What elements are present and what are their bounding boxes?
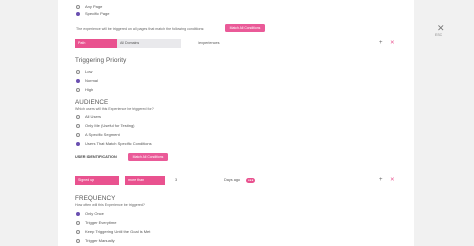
radio-priority-normal[interactable]: [76, 79, 80, 83]
frequency-heading: FREQUENCY: [75, 195, 116, 202]
option-label: Keep Triggering Until the Goal is Met: [85, 229, 151, 234]
radio-all-users[interactable]: [76, 115, 80, 119]
option-label: All Users: [85, 114, 102, 119]
radio-specific-page[interactable]: [76, 12, 80, 16]
user-rule-value-input[interactable]: 3: [175, 178, 177, 183]
remove-rule-icon[interactable]: ✕: [390, 40, 395, 46]
option-label: Low: [85, 69, 93, 74]
radio-priority-low[interactable]: [76, 70, 80, 74]
option-label: Only Me (Useful for Testing): [85, 123, 135, 128]
radio-only-me[interactable]: [76, 124, 80, 128]
user-rule-unit: Days ago: [224, 178, 241, 182]
esc-label: ESC: [435, 33, 443, 37]
add-rule-icon[interactable]: +: [379, 40, 383, 46]
option-label: Trigger Everytime: [85, 220, 117, 225]
radio-trigger-everytime[interactable]: [76, 221, 80, 225]
option-label: High: [85, 87, 94, 92]
option-label: A Specific Segment: [85, 132, 120, 137]
audience-heading: AUDIENCE: [75, 99, 109, 106]
remove-user-rule-icon[interactable]: ✕: [390, 177, 395, 183]
option-label: Normal: [85, 78, 98, 83]
match-all-conditions-button-2[interactable]: Match All Conditions: [128, 153, 168, 161]
unit-chip[interactable]: ●●●: [246, 178, 256, 183]
option-label: Only Once: [85, 211, 104, 216]
radio-specific-segment[interactable]: [76, 133, 80, 137]
radio-priority-high[interactable]: [76, 88, 80, 92]
radio-only-once[interactable]: [76, 212, 80, 216]
user-identification-label: USER IDENTIFICATION: [75, 155, 117, 159]
frequency-subtitle: How often will this Experience be trigge…: [75, 203, 145, 207]
option-label: Specific Page: [85, 11, 110, 16]
rule-value-input[interactable]: /experiences: [198, 41, 220, 46]
match-all-conditions-button[interactable]: Match All Conditions: [225, 24, 265, 32]
experience-settings-panel: Any Page Specific Page The experience wi…: [58, 0, 414, 246]
radio-any-page[interactable]: [76, 5, 80, 9]
rule-field-select[interactable]: Path: [75, 39, 117, 48]
triggering-priority-heading: Triggering Priority: [75, 57, 127, 64]
radio-trigger-manually[interactable]: [76, 239, 80, 243]
rule-operator-select[interactable]: All Domains: [117, 39, 181, 48]
radio-until-goal-met[interactable]: [76, 230, 80, 234]
close-icon[interactable]: ✕: [437, 24, 445, 33]
add-user-rule-icon[interactable]: +: [379, 177, 383, 183]
option-label: Users That Match Specific Conditions: [85, 141, 152, 146]
audience-subtitle: Which users will this Experience be trig…: [75, 107, 154, 111]
option-label: Trigger Manually: [85, 238, 115, 243]
user-rule-field-select[interactable]: Signed up: [75, 176, 119, 185]
radio-specific-conditions[interactable]: [76, 142, 80, 146]
option-label: Any Page: [85, 4, 103, 9]
condition-description: The experience will be triggered on all …: [76, 27, 205, 31]
user-rule-operator-select[interactable]: more than: [125, 176, 165, 185]
